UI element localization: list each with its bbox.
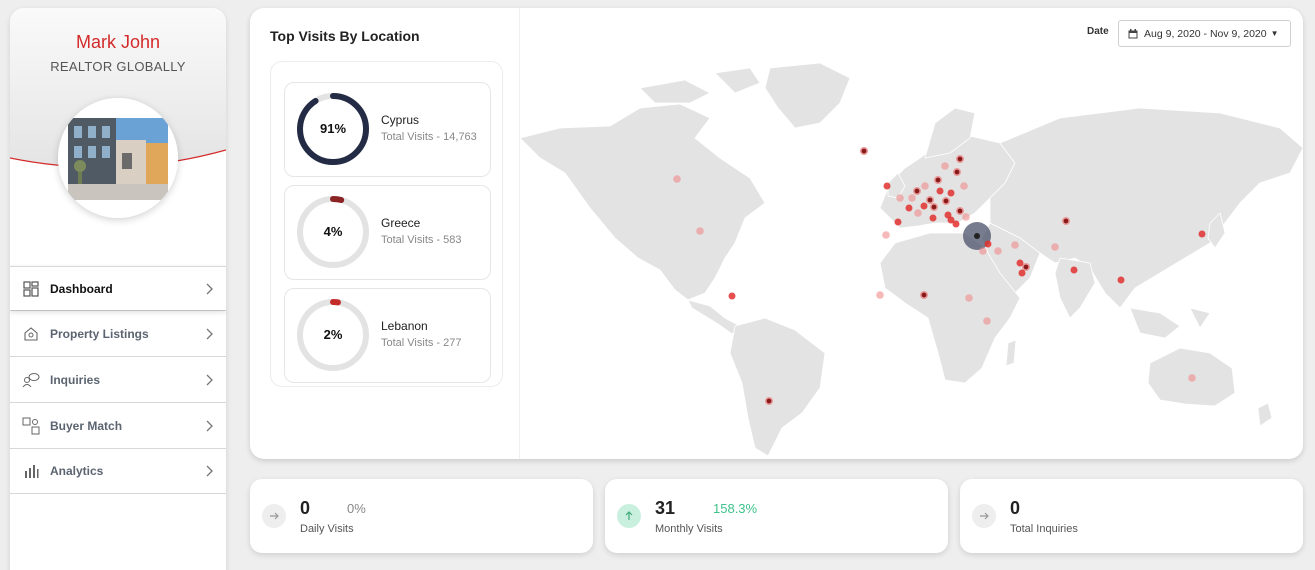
stat-card-daily-visits: 0 0% Daily Visits: [250, 479, 593, 553]
sidebar: Mark John REALTOR GLOBALLY Dashboard Pro…: [10, 8, 226, 570]
stat-change: 0%: [347, 501, 366, 516]
location-country: Lebanon: [381, 319, 428, 333]
visit-marker-center: [974, 233, 980, 239]
profile-subtitle: REALTOR GLOBALLY: [50, 59, 186, 74]
date-range-picker[interactable]: Aug 9, 2020 - Nov 9, 2020 ▼: [1118, 20, 1291, 47]
sidebar-item-analytics[interactable]: Analytics: [10, 448, 226, 494]
arrow-right-icon: [972, 504, 996, 528]
stat-label: Daily Visits: [300, 523, 354, 535]
house-icon: [22, 325, 40, 343]
chevron-right-icon: [206, 283, 213, 294]
location-visits: Total Visits - 583: [381, 234, 462, 246]
match-icon: [22, 417, 40, 435]
grid-icon: [22, 280, 40, 298]
sidebar-item-inquiries[interactable]: Inquiries: [10, 356, 226, 402]
location-item[interactable]: 91% Cyprus Total Visits - 14,763: [284, 82, 491, 177]
stat-card-monthly-visits: 31 158.3% Monthly Visits: [605, 479, 948, 553]
chevron-right-icon: [206, 328, 213, 339]
chevron-right-icon: [206, 420, 213, 431]
map-land: [520, 62, 1303, 457]
sidebar-item-label: Property Listings: [50, 326, 149, 341]
sidebar-item-dashboard[interactable]: Dashboard: [10, 266, 226, 310]
stat-label: Total Inquiries: [1010, 523, 1078, 535]
location-list: 91% Cyprus Total Visits - 14,763 4% Gree…: [270, 61, 503, 387]
world-visits-map[interactable]: [520, 8, 1303, 459]
arrow-right-icon: [262, 504, 286, 528]
stat-value: 0: [1010, 498, 1021, 518]
sidebar-item-buyer-match[interactable]: Buyer Match: [10, 402, 226, 448]
chevron-right-icon: [206, 465, 213, 477]
stat-value: 31: [655, 498, 676, 518]
location-percent: 4%: [323, 224, 343, 239]
date-range-value: Aug 9, 2020 - Nov 9, 2020: [1144, 27, 1267, 40]
card-title: Top Visits By Location: [270, 28, 420, 44]
calendar-icon: [1128, 28, 1138, 38]
top-visits-card: Top Visits By Location 91% Cyprus Total …: [250, 8, 1303, 459]
chevron-right-icon: [206, 374, 213, 385]
location-visits: Total Visits - 277: [381, 337, 462, 349]
avatar[interactable]: [58, 98, 178, 218]
caret-down-icon: ▼: [1270, 29, 1279, 38]
sidebar-item-label: Buyer Match: [50, 418, 123, 433]
location-percent: 2%: [323, 327, 343, 342]
sidebar-item-label: Dashboard: [50, 281, 113, 296]
stat-card-total-inquiries: 0 Total Inquiries: [960, 479, 1303, 553]
location-percent: 91%: [319, 121, 347, 136]
sidebar-item-label: Analytics: [50, 464, 104, 478]
sidebar-item-label: Inquiries: [50, 372, 101, 387]
bar-chart-icon: [22, 462, 40, 480]
people-chat-icon: [22, 371, 40, 389]
location-country: Cyprus: [381, 113, 420, 127]
stat-change: 158.3%: [713, 501, 758, 516]
location-item[interactable]: 4% Greece Total Visits - 583: [284, 185, 491, 280]
location-country: Greece: [381, 216, 421, 230]
sidebar-nav: Dashboard Property Listings Inquiries Bu…: [10, 266, 226, 494]
sidebar-item-property-listings[interactable]: Property Listings: [10, 310, 226, 356]
avatar-building-photo: [58, 98, 178, 218]
location-visits: Total Visits - 14,763: [381, 131, 477, 143]
profile-name: Mark John: [75, 32, 161, 52]
stat-label: Monthly Visits: [655, 523, 723, 535]
location-item[interactable]: 2% Lebanon Total Visits - 277: [284, 288, 491, 383]
arrow-up-icon: [617, 504, 641, 528]
date-label: Date: [1087, 26, 1109, 37]
profile-header: Mark John REALTOR GLOBALLY: [10, 8, 226, 223]
stat-value: 0: [300, 498, 311, 518]
